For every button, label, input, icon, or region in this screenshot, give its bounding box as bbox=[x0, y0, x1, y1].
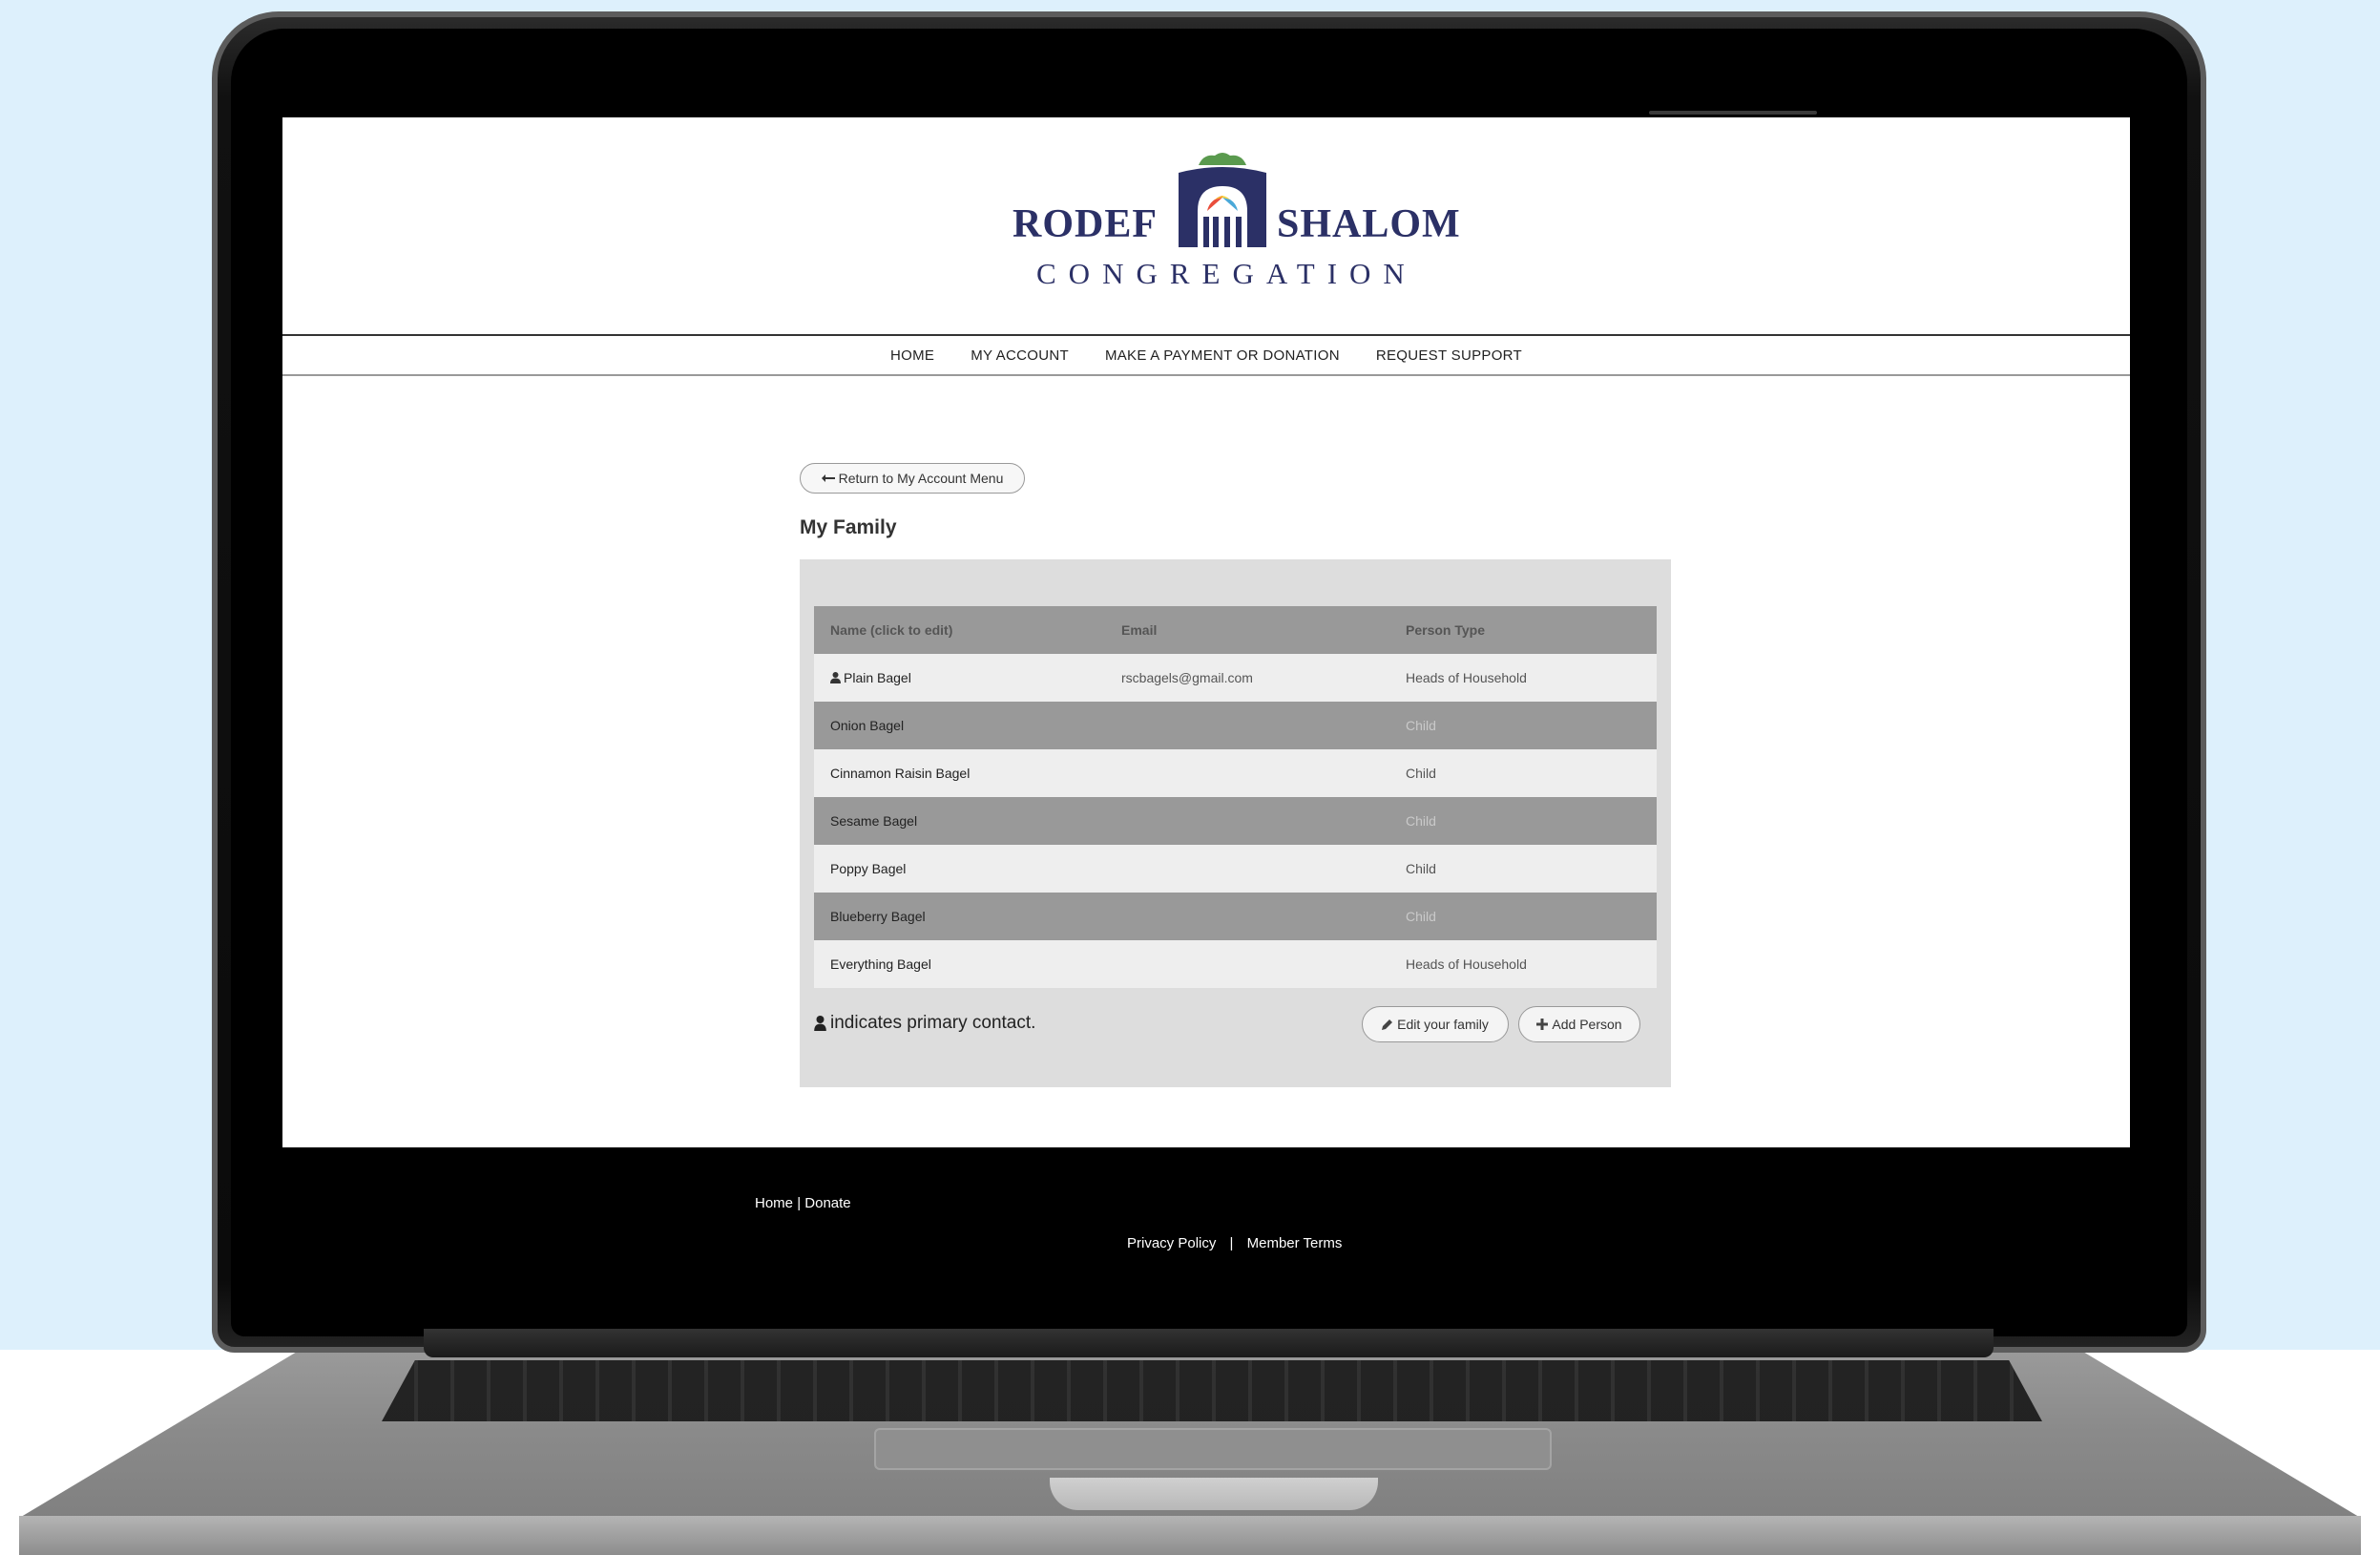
person-type-cell: Heads of Household bbox=[1389, 940, 1657, 988]
family-table: Name (click to edit) Email Person Type P… bbox=[814, 606, 1657, 988]
edit-family-button[interactable]: Edit your family bbox=[1362, 1006, 1509, 1042]
person-type-cell: Child bbox=[1389, 702, 1657, 749]
main-nav: HOME MY ACCOUNT MAKE A PAYMENT OR DONATI… bbox=[282, 334, 2130, 376]
privacy-policy-link[interactable]: Privacy Policy bbox=[1127, 1235, 1216, 1251]
email-cell bbox=[1105, 845, 1389, 893]
synagogue-logo-icon bbox=[1179, 153, 1266, 247]
nav-my-account[interactable]: MY ACCOUNT bbox=[971, 347, 1069, 364]
user-icon bbox=[830, 672, 841, 683]
page-title: My Family bbox=[800, 516, 897, 538]
table-row: Sesame Bagel Child bbox=[814, 797, 1657, 845]
arrow-left-icon bbox=[821, 474, 835, 482]
header-name: Name (click to edit) bbox=[814, 606, 1105, 654]
person-type-cell: Child bbox=[1389, 845, 1657, 893]
person-name-link[interactable]: Plain Bagel bbox=[830, 670, 911, 685]
header-email: Email bbox=[1105, 606, 1389, 654]
site-footer: Home | Donate Privacy Policy | Member Te… bbox=[282, 1147, 2130, 1262]
header-person-type: Person Type bbox=[1389, 606, 1657, 654]
footer-donate-link[interactable]: Donate bbox=[804, 1195, 850, 1211]
person-type-cell: Child bbox=[1389, 797, 1657, 845]
user-icon bbox=[814, 1016, 826, 1031]
laptop-front-edge bbox=[19, 1516, 2361, 1555]
table-row: Blueberry Bagel Child bbox=[814, 893, 1657, 940]
email-cell bbox=[1105, 940, 1389, 988]
person-name: Plain Bagel bbox=[844, 670, 911, 685]
nav-make-payment[interactable]: MAKE A PAYMENT OR DONATION bbox=[1105, 347, 1340, 364]
edit-family-label: Edit your family bbox=[1397, 1017, 1489, 1032]
name-cell: Onion Bagel bbox=[814, 702, 1105, 749]
site-logo[interactable]: RODEF SHALOM CONGREGATION bbox=[1013, 152, 1467, 295]
person-name-link[interactable]: Poppy Bagel bbox=[830, 861, 906, 876]
name-cell: Sesame Bagel bbox=[814, 797, 1105, 845]
person-type-cell: Heads of Household bbox=[1389, 654, 1657, 702]
return-to-account-button[interactable]: Return to My Account Menu bbox=[800, 463, 1025, 494]
person-name-link[interactable]: Blueberry Bagel bbox=[830, 909, 926, 924]
table-row: Plain Bagel rscbagels@gmail.com Heads of… bbox=[814, 654, 1657, 702]
table-header-row: Name (click to edit) Email Person Type bbox=[814, 606, 1657, 654]
footer-nav: Home | Donate bbox=[755, 1195, 851, 1211]
footer-home-link[interactable]: Home bbox=[755, 1195, 793, 1211]
name-cell: Everything Bagel bbox=[814, 940, 1105, 988]
footer-legal: Privacy Policy | Member Terms bbox=[1127, 1235, 1342, 1251]
person-name-link[interactable]: Onion Bagel bbox=[830, 718, 904, 733]
email-cell bbox=[1105, 797, 1389, 845]
email-cell bbox=[1105, 749, 1389, 797]
laptop-keyboard bbox=[382, 1360, 2042, 1421]
email-cell bbox=[1105, 893, 1389, 940]
pencil-icon bbox=[1382, 1019, 1393, 1030]
laptop-trackpad bbox=[874, 1428, 1552, 1470]
person-name-link[interactable]: Sesame Bagel bbox=[830, 813, 917, 829]
laptop-lid-notch bbox=[1050, 1478, 1378, 1510]
table-row: Onion Bagel Child bbox=[814, 702, 1657, 749]
nav-request-support[interactable]: REQUEST SUPPORT bbox=[1376, 347, 1522, 364]
person-name-link[interactable]: Cinnamon Raisin Bagel bbox=[830, 766, 970, 781]
browser-screen: RODEF SHALOM CONGREGATION HOME MY ACCOUN… bbox=[282, 117, 2130, 1262]
logo-subtitle: CONGREGATION bbox=[1036, 257, 1417, 290]
logo-word-right: SHALOM bbox=[1277, 202, 1461, 246]
nav-home[interactable]: HOME bbox=[890, 347, 934, 364]
primary-contact-legend: indicates primary contact. bbox=[814, 1013, 1035, 1034]
camera-bar bbox=[1649, 111, 1817, 115]
logo-word-left: RODEF bbox=[1013, 202, 1158, 246]
email-cell: rscbagels@gmail.com bbox=[1105, 654, 1389, 702]
legend-text: indicates primary contact. bbox=[830, 1013, 1036, 1033]
name-cell: Plain Bagel bbox=[814, 654, 1105, 702]
return-button-label: Return to My Account Menu bbox=[838, 471, 1004, 486]
add-person-label: Add Person bbox=[1552, 1017, 1622, 1032]
member-terms-link[interactable]: Member Terms bbox=[1247, 1235, 1343, 1251]
person-name-link[interactable]: Everything Bagel bbox=[830, 956, 931, 972]
person-type-cell: Child bbox=[1389, 749, 1657, 797]
name-cell: Cinnamon Raisin Bagel bbox=[814, 749, 1105, 797]
table-row: Everything Bagel Heads of Household bbox=[814, 940, 1657, 988]
footer-divider: | bbox=[797, 1195, 802, 1211]
family-panel: Name (click to edit) Email Person Type P… bbox=[800, 559, 1671, 1087]
person-type-cell: Child bbox=[1389, 893, 1657, 940]
table-row: Cinnamon Raisin Bagel Child bbox=[814, 749, 1657, 797]
plus-icon bbox=[1536, 1019, 1549, 1030]
laptop-hinge bbox=[424, 1329, 1994, 1357]
email-cell bbox=[1105, 702, 1389, 749]
name-cell: Poppy Bagel bbox=[814, 845, 1105, 893]
site-header: RODEF SHALOM CONGREGATION bbox=[282, 117, 2130, 335]
name-cell: Blueberry Bagel bbox=[814, 893, 1105, 940]
table-row: Poppy Bagel Child bbox=[814, 845, 1657, 893]
footer-legal-divider: | bbox=[1229, 1235, 1234, 1251]
add-person-button[interactable]: Add Person bbox=[1518, 1006, 1640, 1042]
